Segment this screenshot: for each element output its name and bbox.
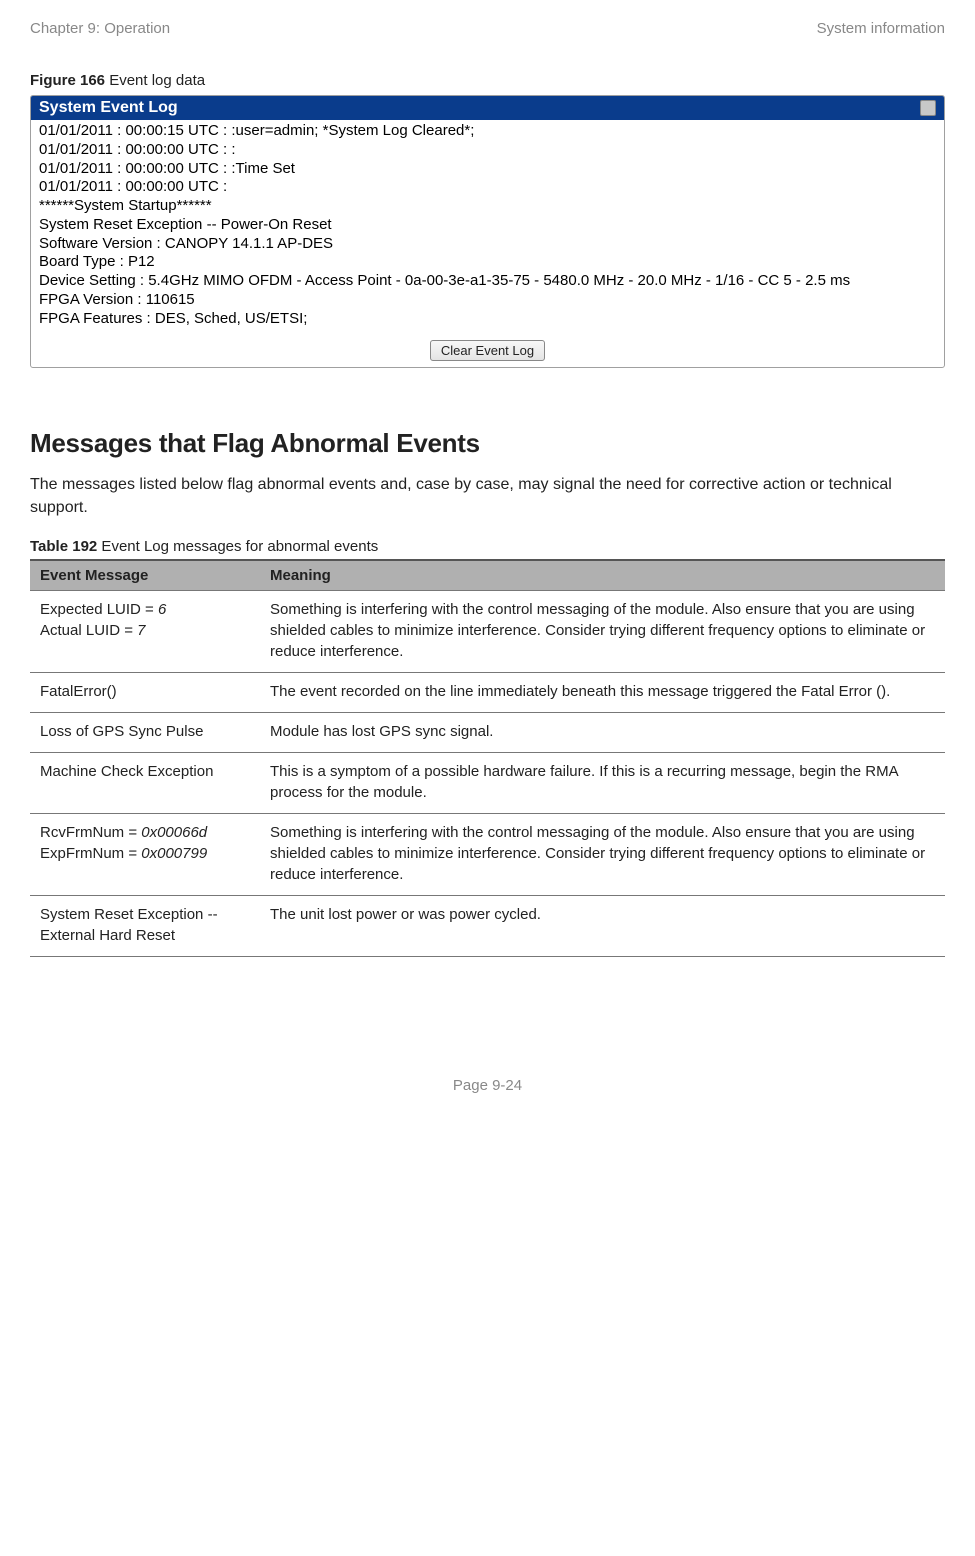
event-message-cell: Expected LUID = 6 Actual LUID = 7 [30,590,260,672]
log-line: Device Setting : 5.4GHz MIMO OFDM - Acce… [39,272,936,291]
event-message-cell: Machine Check Exception [30,752,260,813]
msg-value: 0x00066d [141,824,207,841]
figure-label-bold: Figure 166 [30,72,105,89]
figure-caption: Figure 166 Event log data [30,72,945,89]
msg-text: Actual LUID = [40,622,137,639]
table-row: Loss of GPS Sync Pulse Module has lost G… [30,712,945,752]
log-line: 01/01/2011 : 00:00:00 UTC : : [39,141,936,160]
msg-text: ExpFrmNum = [40,845,141,862]
msg-text: RcvFrmNum = [40,824,141,841]
meaning-cell: The unit lost power or was power cycled. [260,895,945,956]
page-header: Chapter 9: Operation System information [30,20,945,37]
header-left: Chapter 9: Operation [30,20,170,37]
table-row: Machine Check Exception This is a sympto… [30,752,945,813]
meaning-cell: This is a symptom of a possible hardware… [260,752,945,813]
table-row: System Reset Exception -- External Hard … [30,895,945,956]
event-log-button-row: Clear Event Log [31,336,944,367]
log-line: 01/01/2011 : 00:00:00 UTC : [39,178,936,197]
log-line: 01/01/2011 : 00:00:15 UTC : :user=admin;… [39,122,936,141]
log-line: FPGA Features : DES, Sched, US/ETSI; [39,310,936,329]
msg-value: 6 [158,601,166,618]
figure-label-rest: Event log data [105,72,205,89]
event-message-cell: RcvFrmNum = 0x00066d ExpFrmNum = 0x00079… [30,813,260,895]
msg-text: Expected LUID = [40,601,158,618]
table-caption: Table 192 Event Log messages for abnorma… [30,538,945,555]
table-row: RcvFrmNum = 0x00066d ExpFrmNum = 0x00079… [30,813,945,895]
meaning-cell: Something is interfering with the contro… [260,813,945,895]
event-log-titlebar: System Event Log [31,96,944,120]
log-line: Board Type : P12 [39,253,936,272]
event-message-cell: FatalError() [30,672,260,712]
scroll-indicator-icon [920,100,936,116]
table-header-row: Event Message Meaning [30,560,945,591]
table-row: Expected LUID = 6 Actual LUID = 7 Someth… [30,590,945,672]
event-log-messages-table: Event Message Meaning Expected LUID = 6 … [30,559,945,957]
meaning-cell: The event recorded on the line immediate… [260,672,945,712]
table-caption-rest: Event Log messages for abnormal events [97,538,378,555]
table-row: FatalError() The event recorded on the l… [30,672,945,712]
log-line: FPGA Version : 110615 [39,291,936,310]
log-line: ******System Startup****** [39,197,936,216]
table-header-meaning: Meaning [260,560,945,591]
event-log-body: 01/01/2011 : 00:00:15 UTC : :user=admin;… [31,120,944,336]
msg-value: 0x000799 [141,845,207,862]
event-message-cell: Loss of GPS Sync Pulse [30,712,260,752]
msg-value: 7 [137,622,145,639]
meaning-cell: Something is interfering with the contro… [260,590,945,672]
event-message-cell: System Reset Exception -- External Hard … [30,895,260,956]
table-header-event-message: Event Message [30,560,260,591]
meaning-cell: Module has lost GPS sync signal. [260,712,945,752]
header-right: System information [817,20,945,37]
event-log-screenshot: System Event Log 01/01/2011 : 00:00:15 U… [30,95,945,368]
table-caption-bold: Table 192 [30,538,97,555]
section-heading: Messages that Flag Abnormal Events [30,428,945,459]
log-line: Software Version : CANOPY 14.1.1 AP-DES [39,235,936,254]
clear-event-log-button[interactable]: Clear Event Log [430,340,545,361]
section-body: The messages listed below flag abnormal … [30,473,945,519]
event-log-title: System Event Log [39,99,178,117]
log-line: System Reset Exception -- Power-On Reset [39,216,936,235]
log-line: 01/01/2011 : 00:00:00 UTC : :Time Set [39,160,936,179]
page-number: Page 9-24 [30,1077,945,1094]
